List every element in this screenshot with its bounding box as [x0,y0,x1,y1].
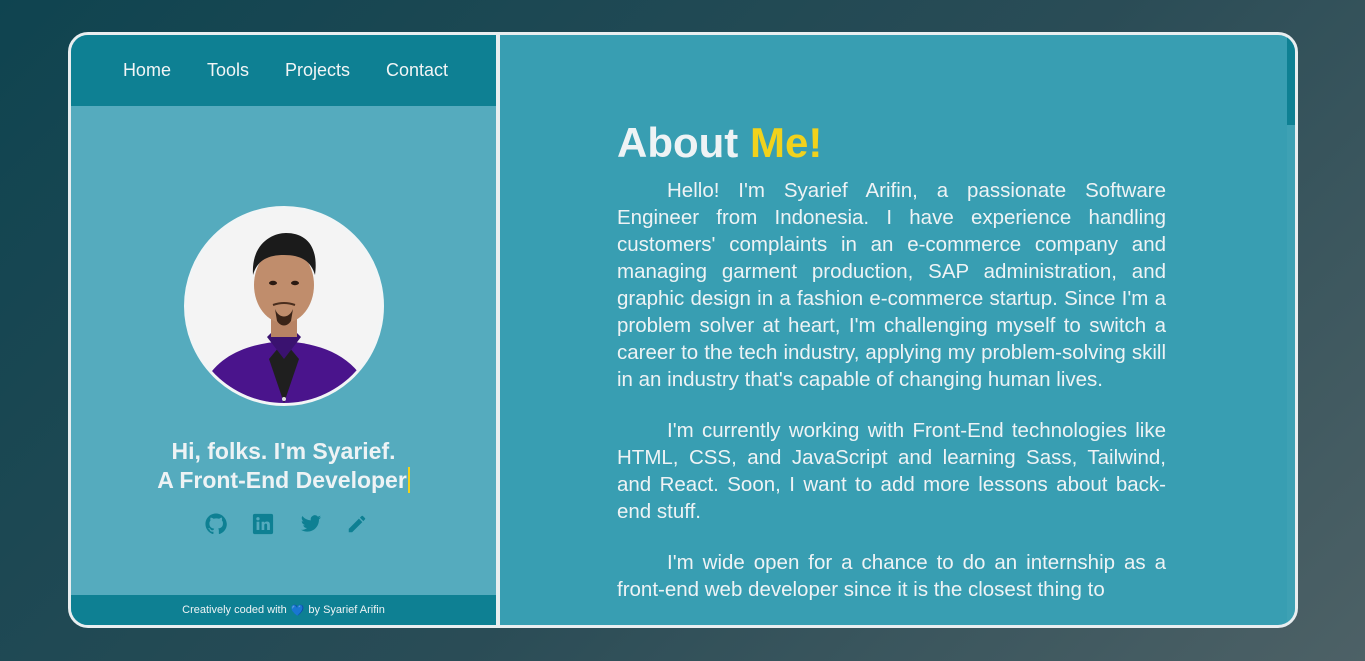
hero-greeting: Hi, folks. I'm Syarief. [171,438,396,464]
nav-home[interactable]: Home [123,60,171,81]
about-paragraph: Hello! I'm Syarief Arifin, a passionate … [617,179,1166,391]
about-title: About Me! [617,119,1166,167]
avatar [184,206,384,406]
about-panel: About Me! Hello! I'm Syarief Arifin, a p… [500,35,1295,625]
social-links [71,513,496,535]
about-paragraph: I'm currently working with Front-End tec… [617,419,1166,523]
scrollbar-thumb[interactable] [1287,35,1295,125]
heart-icon: 💙 [290,604,305,617]
typing-cursor [407,467,410,493]
hero-heading: Hi, folks. I'm Syarief. A Front-End Deve… [71,437,496,495]
hero-role: A Front-End Developer [157,467,407,493]
github-icon[interactable] [205,513,227,535]
main-nav: Home Tools Projects Contact [71,35,496,106]
nav-contact[interactable]: Contact [386,60,448,81]
profile-photo [187,209,381,403]
portfolio-card: Home Tools Projects Contact Hi, folks. I… [68,32,1298,628]
pencil-icon[interactable] [346,513,368,535]
footer-suffix: by Syarief Arifin [308,604,385,616]
profile-panel: Home Tools Projects Contact Hi, folks. I… [71,35,500,625]
twitter-icon[interactable] [299,513,322,535]
footer-credit: Creatively coded with 💙 by Syarief Arifi… [71,595,496,625]
linkedin-icon[interactable] [252,513,274,535]
about-title-highlight: Me! [749,119,823,166]
about-title-main: About [617,119,739,166]
footer-prefix: Creatively coded with [182,604,287,616]
hero-role-line: A Front-End Developer [71,466,496,495]
about-section: About Me! Hello! I'm Syarief Arifin, a p… [617,119,1166,625]
nav-projects[interactable]: Projects [285,60,350,81]
about-paragraph: I'm wide open for a chance to do an inte… [617,551,1166,601]
nav-tools[interactable]: Tools [207,60,249,81]
